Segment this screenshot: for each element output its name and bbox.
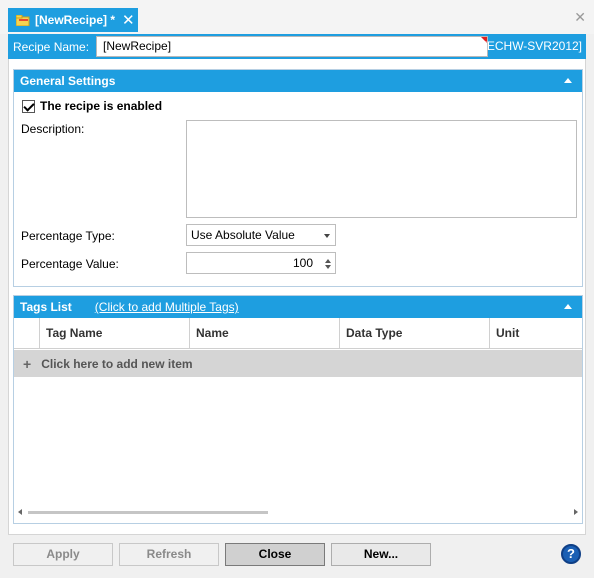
column-header-unit[interactable]: Unit — [490, 318, 582, 349]
column-header-data-type[interactable]: Data Type — [340, 318, 490, 349]
help-icon[interactable]: ? — [561, 544, 581, 564]
refresh-button[interactable]: Refresh — [119, 543, 219, 566]
collapse-icon[interactable] — [564, 78, 572, 83]
add-new-item-label: Click here to add new item — [41, 356, 193, 371]
apply-button[interactable]: Apply — [13, 543, 113, 566]
tab-title: [NewRecipe] * — [35, 13, 116, 27]
recipe-name-value: [NewRecipe] — [103, 39, 172, 53]
scroll-thumb[interactable] — [28, 511, 268, 514]
collapse-icon[interactable] — [564, 304, 572, 309]
recipe-name-label: Recipe Name: — [13, 39, 90, 54]
recipe-name-bar: Recipe Name: [NewRecipe] [TECHW-SVR2012] — [8, 34, 586, 59]
percentage-type-value: Use Absolute Value — [191, 228, 295, 242]
tab-strip: [NewRecipe] * ✕ ✕ — [0, 0, 594, 34]
add-new-item-row[interactable]: + Click here to add new item — [14, 350, 582, 377]
scroll-right-icon[interactable] — [574, 509, 578, 515]
tab-new-recipe[interactable]: [NewRecipe] * ✕ — [8, 8, 138, 32]
horizontal-scrollbar[interactable] — [16, 507, 580, 517]
tags-list-panel: Tags List (Click to add Multiple Tags) T… — [13, 295, 583, 524]
window-close-icon[interactable]: ✕ — [574, 10, 586, 24]
tab-close-icon[interactable]: ✕ — [122, 13, 135, 28]
new-button[interactable]: New... — [331, 543, 431, 566]
chevron-down-icon — [324, 234, 330, 238]
general-settings-title: General Settings — [20, 74, 116, 88]
tags-list-header[interactable]: Tags List (Click to add Multiple Tags) — [14, 296, 582, 318]
enabled-label: The recipe is enabled — [40, 99, 163, 113]
percentage-value-stepper[interactable]: 100 — [186, 252, 336, 274]
increment-icon[interactable] — [325, 259, 331, 263]
button-bar: Apply Refresh Close New... ? — [0, 536, 594, 578]
recipe-folder-icon — [15, 14, 30, 26]
server-label: [TECHW-SVR2012] — [476, 39, 582, 53]
percentage-type-select[interactable]: Use Absolute Value — [186, 224, 336, 246]
row-indicator-header — [14, 318, 40, 349]
enabled-row[interactable]: The recipe is enabled — [22, 99, 162, 113]
plus-icon: + — [23, 355, 32, 372]
description-label: Description: — [21, 122, 85, 136]
percentage-value: 100 — [292, 256, 313, 270]
general-settings-header[interactable]: General Settings — [14, 70, 582, 92]
recipe-name-input[interactable]: [NewRecipe] — [96, 36, 488, 57]
tags-list-title: Tags List — [20, 300, 72, 314]
description-textarea[interactable] — [186, 120, 577, 218]
scroll-left-icon[interactable] — [18, 509, 22, 515]
tags-grid-header: Tag Name Name Data Type Unit — [14, 318, 582, 349]
general-settings-panel: General Settings The recipe is enabled D… — [13, 69, 583, 287]
column-header-name[interactable]: Name — [190, 318, 340, 349]
column-header-tag-name[interactable]: Tag Name — [40, 318, 190, 349]
percentage-type-label: Percentage Type: — [21, 229, 115, 243]
close-button[interactable]: Close — [225, 543, 325, 566]
enabled-checkbox[interactable] — [22, 99, 35, 113]
percentage-value-label: Percentage Value: — [21, 257, 119, 271]
add-multiple-tags-link[interactable]: (Click to add Multiple Tags) — [95, 300, 239, 314]
decrement-icon[interactable] — [325, 265, 331, 269]
